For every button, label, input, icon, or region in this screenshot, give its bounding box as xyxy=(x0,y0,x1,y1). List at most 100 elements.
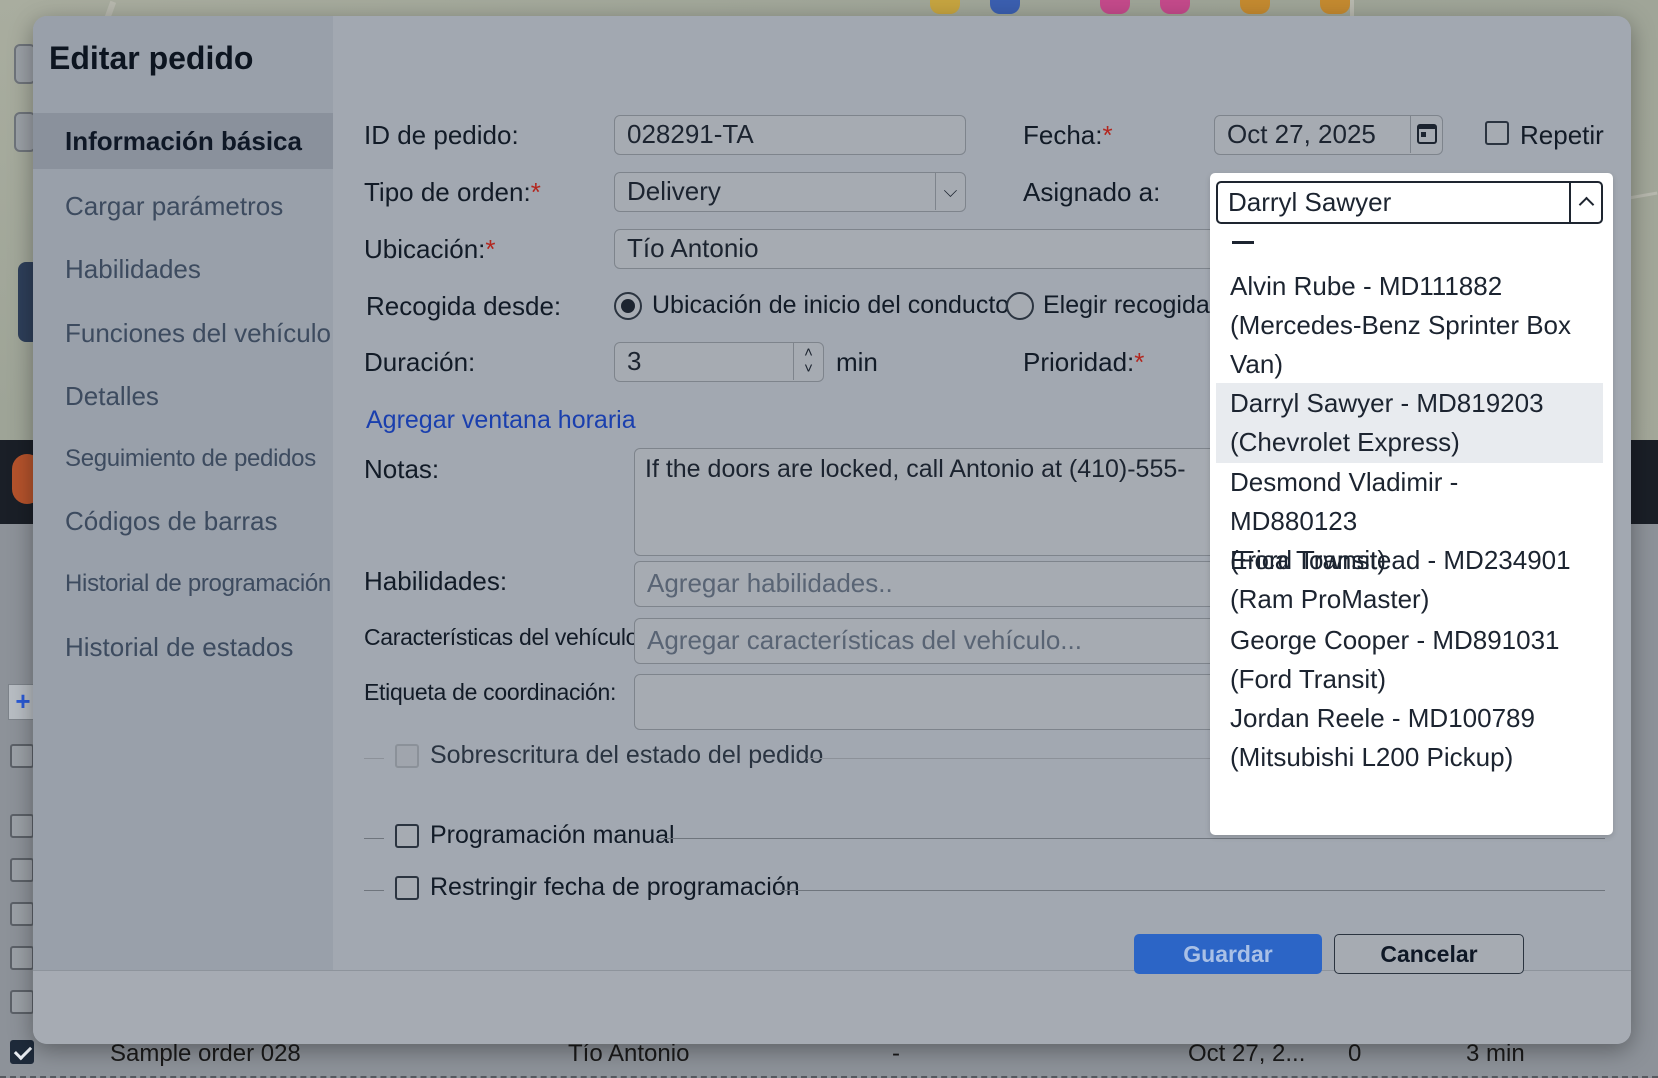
assignee-option-vehicle-cont: Van) xyxy=(1230,349,1283,379)
assignee-option[interactable]: George Cooper - MD891031 (Ford Transit) xyxy=(1216,621,1603,701)
date-label-text: Fecha: xyxy=(1023,120,1103,150)
assignee-option-line: Erica Townstead - MD234901 xyxy=(1230,545,1571,575)
order-type-select[interactable]: Delivery ⌵ xyxy=(614,172,966,212)
order-type-value: Delivery xyxy=(627,176,721,206)
row-date: Oct 27, 2... xyxy=(1188,1040,1306,1067)
assignee-dropdown: Darryl Sawyer Alvin Rube - MD111882 (Mer… xyxy=(1210,173,1613,835)
map-marker xyxy=(1240,0,1270,14)
assignee-option[interactable]: Jordan Reele - MD100789 (Mitsubishi L200… xyxy=(1216,699,1603,779)
required-marker: * xyxy=(1134,347,1145,377)
status-override-label: Sobrescritura del estado del pedido xyxy=(430,741,824,769)
row-checkbox-checked[interactable] xyxy=(10,1040,34,1064)
calendar-button[interactable] xyxy=(1410,116,1442,153)
manual-scheduling-label: Programación manual xyxy=(430,821,675,849)
sidebar-item-details[interactable]: Detalles xyxy=(33,368,333,424)
order-id-label: ID de pedido: xyxy=(364,120,519,150)
assignee-option-line: Desmond Vladimir - MD880123 xyxy=(1230,467,1459,536)
date-input[interactable]: Oct 27, 2025 xyxy=(1214,115,1443,155)
add-time-window-link[interactable]: Agregar ventana horaria xyxy=(366,406,636,435)
order-type-label-text: Tipo de orden: xyxy=(364,177,531,207)
chevron-up-icon[interactable] xyxy=(1569,183,1601,222)
modal-footer xyxy=(33,970,1631,1044)
calendar-icon xyxy=(1417,124,1437,144)
row-checkbox[interactable] xyxy=(10,990,34,1014)
map-marker xyxy=(930,0,960,14)
assignee-option-vehicle: (Ford Transit) xyxy=(1230,664,1387,694)
assignee-option-line: Alvin Rube - MD111882 xyxy=(1230,271,1503,301)
coordination-tag-input[interactable] xyxy=(634,674,1234,730)
restrict-date-label: Restringir fecha de programación xyxy=(430,873,800,901)
location-input[interactable]: Tío Antonio xyxy=(614,229,1234,269)
row-checkbox[interactable] xyxy=(10,858,34,882)
sidebar-item-skills[interactable]: Habilidades xyxy=(33,241,333,297)
assignee-option[interactable]: Desmond Vladimir - MD880123 (Ford Transi… xyxy=(1216,463,1603,575)
sidebar-item-status-history[interactable]: Historial de estados xyxy=(33,619,333,675)
sidebar-item-load-params[interactable]: Cargar parámetros xyxy=(33,178,333,234)
divider xyxy=(807,758,1237,759)
divider xyxy=(364,890,384,891)
sidebar-item-basic-info[interactable]: Información básica xyxy=(33,113,333,169)
repeat-checkbox[interactable] xyxy=(1485,121,1509,145)
sidebar-item-order-tracking[interactable]: Seguimiento de pedidos xyxy=(33,431,333,487)
skills-input[interactable]: Agregar habilidades.. xyxy=(634,561,1234,607)
row-checkbox[interactable] xyxy=(10,946,34,970)
location-label-text: Ubicación: xyxy=(364,234,486,264)
sidebar-item-scheduling-history[interactable]: Historial de programación xyxy=(33,556,333,612)
divider xyxy=(660,838,1605,839)
map-marker xyxy=(1320,0,1350,14)
pickup-from-label: Recogida desde: xyxy=(366,291,562,321)
duration-input[interactable]: 3 ˄ ˅ xyxy=(614,342,824,382)
empty-option-dash xyxy=(1232,241,1254,244)
manual-scheduling-checkbox[interactable] xyxy=(395,824,419,848)
divider xyxy=(364,838,384,839)
chevron-down-icon: ⌵ xyxy=(935,173,965,210)
date-value: Oct 27, 2025 xyxy=(1227,119,1376,149)
vehicle-features-input[interactable]: Agregar características del vehículo... xyxy=(634,618,1234,664)
duration-value: 3 xyxy=(627,346,642,376)
assignee-option-line: George Cooper - MD891031 xyxy=(1230,625,1560,655)
pickup-choose-radio[interactable] xyxy=(1006,292,1034,320)
assignee-option[interactable]: Erica Townstead - MD234901 (Ram ProMaste… xyxy=(1216,541,1603,621)
assignee-select[interactable]: Darryl Sawyer xyxy=(1216,181,1603,224)
required-marker: * xyxy=(530,177,541,207)
sidebar-item-barcodes[interactable]: Códigos de barras xyxy=(33,493,333,549)
restrict-date-checkbox[interactable] xyxy=(395,876,419,900)
assignee-option-none[interactable] xyxy=(1216,227,1603,265)
location-label: Ubicación:* xyxy=(364,234,496,265)
row-checkbox[interactable] xyxy=(10,902,34,926)
sidebar-item-vehicle-functions[interactable]: Funciones del vehículo xyxy=(33,305,333,361)
row-checkbox[interactable] xyxy=(10,814,34,838)
required-marker: * xyxy=(1102,120,1113,150)
row-checkbox[interactable] xyxy=(10,744,34,768)
row-dash: - xyxy=(892,1040,900,1067)
duration-unit: min xyxy=(836,347,878,377)
assignee-option-vehicle: (Ram ProMaster) xyxy=(1230,584,1430,614)
assignee-option-selected[interactable]: Darryl Sawyer - MD819203 (Chevrolet Expr… xyxy=(1216,383,1603,463)
duration-label: Duración: xyxy=(364,347,476,377)
modal-sidebar: Editar pedido Información básica Cargar … xyxy=(33,16,333,970)
pickup-driver-start-radio[interactable] xyxy=(614,292,642,320)
assignee-option-line: Jordan Reele - MD100789 xyxy=(1230,703,1535,733)
row-duration: 3 min xyxy=(1466,1040,1525,1067)
skills-label: Habilidades: xyxy=(364,566,508,596)
assignee-selected-value: Darryl Sawyer xyxy=(1228,187,1392,217)
cancel-button[interactable]: Cancelar xyxy=(1334,934,1524,974)
repeat-label: Repetir xyxy=(1520,120,1604,150)
divider xyxy=(364,758,384,759)
vehicle-features-label: Características del vehículo: xyxy=(364,624,645,650)
row-location: Tío Antonio xyxy=(568,1040,690,1067)
row-count: 0 xyxy=(1348,1040,1362,1067)
status-override-checkbox[interactable] xyxy=(395,744,419,768)
modal-title: Editar pedido xyxy=(49,40,254,76)
row-order-name: Sample order 028 xyxy=(110,1040,301,1067)
priority-label: Prioridad:* xyxy=(1023,347,1144,378)
stepper-arrows-icon[interactable]: ˄ ˅ xyxy=(793,343,823,380)
order-id-input[interactable]: 028291-TA xyxy=(614,115,966,155)
assignee-option[interactable]: Alvin Rube - MD111882 (Mercedes-Benz Spr… xyxy=(1216,265,1603,383)
map-marker xyxy=(1160,0,1190,14)
order-type-label: Tipo de orden:* xyxy=(364,177,541,208)
notes-textarea[interactable]: If the doors are locked, call Antonio at… xyxy=(634,448,1234,556)
save-button[interactable]: Guardar xyxy=(1134,934,1322,974)
pickup-choose-label: Elegir recogida xyxy=(1043,291,1210,319)
map-marker xyxy=(990,0,1020,14)
